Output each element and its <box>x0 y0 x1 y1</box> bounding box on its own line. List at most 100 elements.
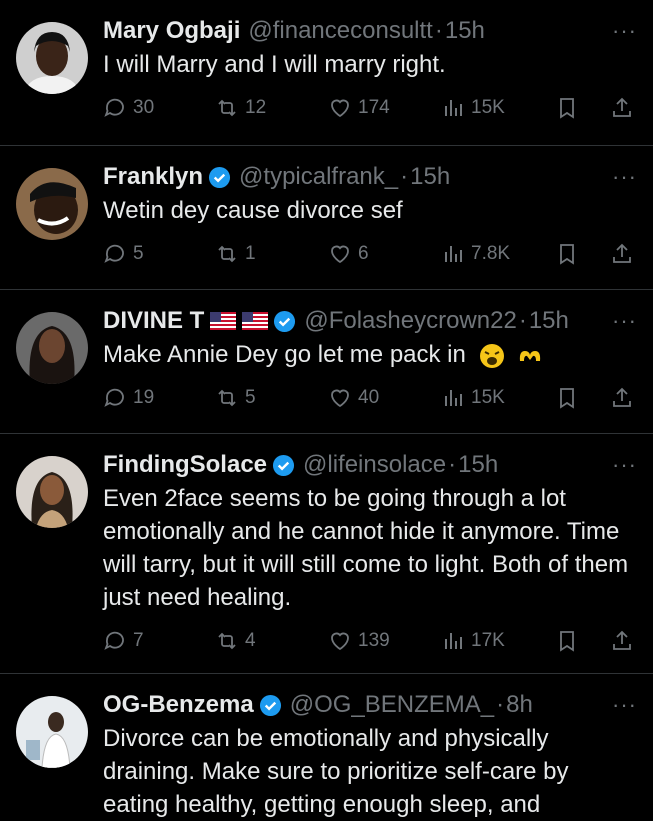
avatar[interactable] <box>16 22 88 94</box>
timeline-feed: ··· Mary Ogbaji @financeconsultt · 15h I… <box>0 0 653 818</box>
views-button[interactable]: 15K <box>441 386 505 410</box>
repost-count: 4 <box>245 630 256 651</box>
bookmark-button[interactable] <box>555 242 579 266</box>
bookmark-icon <box>560 98 574 119</box>
timestamp[interactable]: 15h <box>410 162 450 192</box>
timestamp[interactable]: 15h <box>458 450 498 480</box>
repost-count: 1 <box>245 243 256 264</box>
reply-icon <box>104 98 124 117</box>
weary-face-emoji-icon <box>479 343 504 368</box>
verified-badge-icon <box>208 166 231 188</box>
display-name[interactable]: Mary Ogbaji <box>103 16 240 46</box>
reply-count: 7 <box>133 630 144 651</box>
view-count: 17K <box>471 630 505 651</box>
share-button[interactable] <box>610 242 634 266</box>
tweet-text: I will Marry and I will marry right. <box>103 51 446 78</box>
like-count: 40 <box>358 387 380 408</box>
display-name[interactable]: Franklyn <box>103 162 203 192</box>
reply-button[interactable]: 5 <box>103 242 144 266</box>
bookmark-button[interactable] <box>555 386 579 410</box>
share-icon <box>613 243 631 263</box>
verified-badge-icon <box>274 310 296 332</box>
handle[interactable]: @financeconsultt <box>248 16 432 46</box>
more-options-icon[interactable]: ··· <box>612 452 637 478</box>
more-options-icon[interactable]: ··· <box>612 18 637 44</box>
display-name[interactable]: OG-Benzema <box>103 690 254 720</box>
share-icon <box>613 630 631 650</box>
bookmark-button[interactable] <box>555 629 579 653</box>
repost-count: 12 <box>245 97 267 118</box>
repost-count: 5 <box>245 387 256 408</box>
handle[interactable]: @typicalfrank_ <box>239 162 398 192</box>
tweet-text-row: Make Annie Dey go let me pack in <box>103 338 635 371</box>
avatar[interactable] <box>16 168 88 240</box>
like-count: 6 <box>358 243 369 264</box>
like-button[interactable]: 40 <box>328 386 379 410</box>
repost-icon <box>218 632 236 650</box>
reply-icon <box>104 244 124 263</box>
timestamp[interactable]: 8h <box>506 690 533 720</box>
share-icon <box>613 97 631 117</box>
like-button[interactable]: 174 <box>328 96 390 120</box>
tweet[interactable]: ··· FindingSolace @lifeinsolace · 15h Ev… <box>0 434 653 674</box>
more-options-icon[interactable]: ··· <box>612 308 637 334</box>
reply-count: 30 <box>133 97 155 118</box>
reply-button[interactable]: 7 <box>103 629 144 653</box>
reply-icon <box>104 388 124 407</box>
bookmark-icon <box>560 244 574 265</box>
more-options-icon[interactable]: ··· <box>612 692 637 718</box>
avatar[interactable] <box>16 312 88 384</box>
reply-button[interactable]: 30 <box>103 96 154 120</box>
repost-button[interactable]: 1 <box>215 242 256 266</box>
views-icon <box>445 100 462 116</box>
separator: · <box>448 451 457 478</box>
heart-icon <box>331 245 349 264</box>
display-name[interactable]: DIVINE T <box>103 306 204 336</box>
reply-count: 5 <box>133 243 144 264</box>
views-button[interactable]: 17K <box>441 629 505 653</box>
reply-button[interactable]: 19 <box>103 386 154 410</box>
views-button[interactable]: 15K <box>441 96 505 120</box>
repost-button[interactable]: 4 <box>215 629 256 653</box>
separator: · <box>434 17 443 44</box>
tweet-text: Divorce can be emotionally and physicall… <box>103 725 569 818</box>
views-icon <box>445 390 462 406</box>
view-count: 7.8K <box>471 243 511 264</box>
view-count: 15K <box>471 387 505 408</box>
handle[interactable]: @OG_BENZEMA_ <box>290 690 494 720</box>
like-count: 139 <box>358 630 390 651</box>
repost-icon <box>218 99 236 117</box>
like-button[interactable]: 6 <box>328 242 369 266</box>
like-count: 174 <box>358 97 390 118</box>
us-flag-icon <box>210 312 237 330</box>
share-button[interactable] <box>610 629 634 653</box>
action-bar: 5 1 6 7.8K <box>103 239 635 269</box>
like-button[interactable]: 139 <box>328 629 390 653</box>
display-name[interactable]: FindingSolace <box>103 450 267 480</box>
share-button[interactable] <box>610 386 634 410</box>
avatar[interactable] <box>16 456 88 528</box>
tweet[interactable]: ··· Franklyn @typicalfrank_ · 15h Wetin … <box>0 146 653 290</box>
more-options-icon[interactable]: ··· <box>612 164 637 190</box>
heart-icon <box>331 99 349 118</box>
handle[interactable]: @Folasheycrown22 <box>304 306 516 336</box>
share-button[interactable] <box>610 96 634 120</box>
tweet-text: Wetin dey cause divorce sef <box>103 197 403 224</box>
repost-icon <box>218 389 236 407</box>
handle[interactable]: @lifeinsolace <box>303 450 446 480</box>
reply-icon <box>104 631 124 650</box>
tweet[interactable]: ··· OG-Benzema @OG_BENZEMA_ · 8h Divorce… <box>0 674 653 818</box>
tweet[interactable]: ··· DIVINE T @Folasheycrown22 · 15h Make… <box>0 290 653 434</box>
timestamp[interactable]: 15h <box>445 16 485 46</box>
us-flag-icon <box>242 312 269 330</box>
timestamp[interactable]: 15h <box>529 306 569 336</box>
tweet-text: Make Annie Dey go let me pack in <box>103 341 466 368</box>
repost-button[interactable]: 12 <box>215 96 266 120</box>
bookmark-button[interactable] <box>555 96 579 120</box>
action-bar: 7 4 139 17K <box>103 626 635 656</box>
tweet[interactable]: ··· Mary Ogbaji @financeconsultt · 15h I… <box>0 0 653 146</box>
repost-button[interactable]: 5 <box>215 386 256 410</box>
tweet-text: Even 2face seems to be going through a l… <box>103 485 629 611</box>
views-button[interactable]: 7.8K <box>441 242 510 266</box>
avatar[interactable] <box>16 696 88 768</box>
